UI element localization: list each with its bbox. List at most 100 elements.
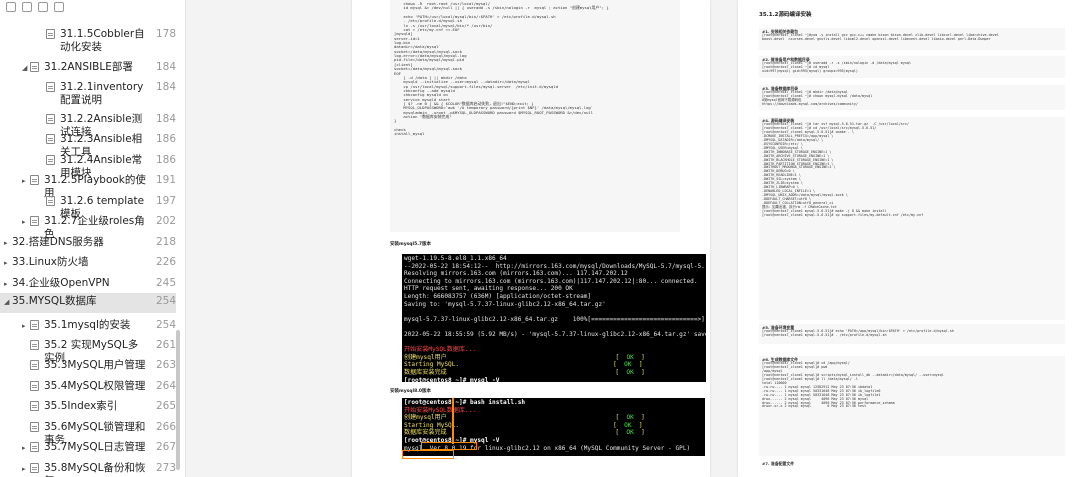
document-icon (30, 401, 39, 411)
toc-item[interactable]: 35.3MySQL用户管理 263 (0, 357, 176, 373)
toc-scrollbar[interactable] (176, 330, 180, 470)
document-icon (30, 216, 39, 226)
toc-item[interactable]: 31.2.4Ansible常用模块 186 (0, 152, 176, 179)
document-icon (30, 422, 39, 432)
toc-item[interactable]: 35.2 实现MySQL多实例 261 (0, 337, 176, 364)
toc-item[interactable]: ▸ 33.Linux防火墙 226 (0, 254, 176, 270)
toc-item[interactable]: 31.2.3Ansible相关工具 186 (0, 131, 176, 158)
toc-item[interactable]: 35.4MySQL权限管理 264 (0, 378, 176, 394)
toc-item[interactable]: ◢ 31.2ANSIBLE部署 184 (0, 59, 176, 75)
terminal-line: Resolving mirrors.163.com (mirrors.163.c… (404, 270, 628, 278)
terminal-line: [root@centos8 ~]# bash install.sh (404, 399, 526, 406)
bookmark-icon[interactable] (54, 2, 64, 12)
document-icon (46, 29, 55, 39)
toc-item-label: 33.Linux防火墙 (12, 256, 89, 268)
toc-item-page: 254 (155, 319, 176, 331)
toc-item[interactable]: ▸ 32.搭建DNS服务器 218 (0, 234, 176, 250)
code-section: #6. 生成数据库文件 [root@centos7_clone1 mysql]# … (759, 356, 1065, 456)
code-section-body: [root@centos7_clone1 ~]# useradd -r -s /… (762, 61, 912, 73)
document-icon (30, 442, 39, 452)
toc-item[interactable]: 31.2.2Ansible测试连接 184 (0, 111, 176, 138)
toc-item[interactable]: 35.5Index索引 265 (0, 398, 176, 414)
toc-item-page: 186 (155, 133, 176, 145)
expand-toggle-icon[interactable]: ▸ (22, 174, 30, 185)
terminal-line: Connecting to mirrors.163.com (mirrors.1… (404, 277, 698, 285)
toc-item-label: 31.2ANSIBLE部署 (44, 61, 133, 73)
toc-item-label: 31.2.1inventory配置说明 (60, 81, 144, 106)
toc-item-page: 186 (155, 154, 176, 166)
terminal-line: Starting MySQL. [ OK ] (404, 361, 643, 369)
toc-item[interactable]: ▸ 31.2.5Playbook的使用 191 (0, 172, 176, 199)
toc-item[interactable]: ◢ 35.MYSQL数据库 254 (0, 293, 176, 313)
toc-item-page: 184 (155, 113, 176, 125)
terminal-mysql57: wget-1.19.5-8.el8_1.1.x86_64 --2022-05-22… (402, 254, 706, 382)
code-section: #3. 准备数据库目录 [root@centos7_clone1 ~]# mkdi… (759, 85, 1065, 110)
toc-item-label: 35.4MySQL权限管理 (44, 380, 146, 392)
collapse-all-icon[interactable] (22, 2, 32, 12)
toc-item-page: 184 (155, 61, 176, 73)
toc-item-label: 35.8MySQL备份和恢复 (44, 462, 146, 477)
toc-item-label: 35.5Index索引 (44, 400, 118, 412)
toc-item[interactable]: 31.1.5Cobbler自动化安装 178 (0, 26, 176, 56)
expand-toggle-icon[interactable]: ▸ (4, 277, 12, 288)
toc-item-page: 265 (155, 400, 176, 412)
highlight-box-prompt (421, 442, 477, 450)
toc-item-page: 267 (155, 441, 176, 453)
toc-item-label: 32.搭建DNS服务器 (12, 236, 104, 248)
terminal-line: 2022-05-22 18:55:59 (5.92 MB/s) - 'mysql… (404, 330, 706, 338)
expand-toggle-icon[interactable]: ▸ (22, 441, 30, 452)
toc-item-page: 266 (155, 421, 176, 433)
bookmark-add-icon[interactable] (38, 2, 48, 12)
toc-item-page: 261 (155, 339, 176, 351)
toc-item-label: 35.1mysql的安装 (44, 319, 131, 331)
expand-toggle-icon[interactable]: ▸ (4, 256, 12, 267)
toc-item-page: 245 (155, 277, 176, 289)
toc-item-label: 35.7MySQL日志管理 (44, 441, 146, 453)
toc-item-page: 178 (155, 28, 176, 40)
terminal-line: HTTP request sent, awaiting response... … (404, 285, 573, 293)
code-section-body: [root@centos7_clone1 mysql-5.6.51]# echo… (762, 329, 954, 337)
highlight-box-version (402, 450, 454, 459)
expand-toggle-icon[interactable]: ◢ (4, 295, 12, 306)
expand-all-icon[interactable] (6, 2, 16, 12)
document-icon (30, 320, 39, 330)
document-icon (30, 463, 39, 473)
toc-item-page: 218 (155, 236, 176, 248)
document-page-left: chown -R root.root /usr/local/mysql/ id … (352, 0, 710, 477)
code-section: #7. 准备配置文件 (759, 460, 1065, 472)
expand-toggle-icon[interactable]: ▸ (4, 236, 12, 247)
mysql80-label: 安装mysql8.0版本 (390, 389, 432, 394)
toc-item[interactable]: 31.2.6 template模板 197 (0, 193, 176, 220)
terminal-line: 创建mysql用户 [ OK ] (404, 353, 645, 361)
expand-toggle-icon[interactable]: ▸ (22, 319, 30, 330)
install-script-code: chown -R root.root /usr/local/mysql/ id … (390, 0, 680, 232)
terminal-line: Saving to: 'mysql-5.7.37-linux-glibc2.12… (404, 300, 606, 308)
toc-item[interactable]: ▸ 34.企业级OpenVPN 245 (0, 275, 176, 291)
mysql57-label: 安装mysql5.7版本 (390, 242, 432, 247)
toc-item[interactable]: ▸ 35.8MySQL备份和恢复 273 (0, 460, 176, 477)
terminal-line: [root@centos8 ~]# mysql -V (404, 376, 500, 383)
toc-item[interactable]: 35.6MySQL锁管理和事务 266 (0, 419, 176, 446)
expand-toggle-icon[interactable]: ◢ (22, 61, 30, 72)
toc-item[interactable]: ▸ 35.7MySQL日志管理 267 (0, 439, 176, 455)
toc-panel: 31.1.5Cobbler自动化安装 178 ◢ 31.2ANSIBLE部署 184 31… (0, 0, 186, 477)
expand-toggle-icon[interactable]: ▸ (22, 215, 30, 226)
document-icon (30, 381, 39, 391)
code-section-body: [root@centos7_clone1 ~]#yum -y install g… (762, 33, 999, 41)
toc-item[interactable]: ▸ 35.1mysql的安装 254 (0, 317, 176, 333)
toc-item-page: 273 (155, 462, 176, 474)
document-icon (30, 62, 39, 72)
toc-item-page: 254 (155, 295, 176, 307)
toc-item[interactable]: 31.2.1inventory配置说明 184 (0, 79, 176, 109)
terminal-line: 开始安装MySQL数据库... (404, 346, 477, 354)
expand-toggle-icon[interactable]: ▸ (22, 462, 30, 473)
toc-item[interactable]: ▸ 31.2.7企业级roles角色 202 (0, 213, 176, 240)
document-icon (46, 82, 55, 92)
document-icon (46, 196, 55, 206)
